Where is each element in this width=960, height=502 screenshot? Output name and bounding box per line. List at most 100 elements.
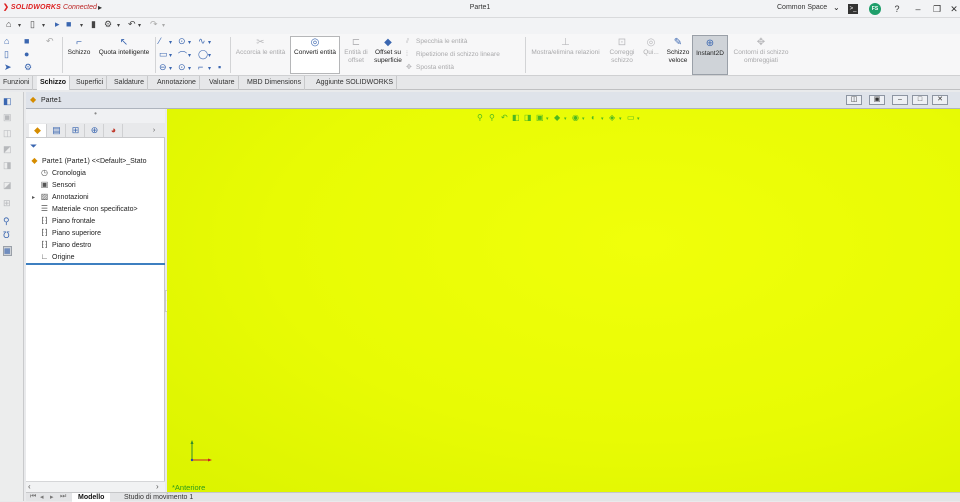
chevron-down-icon[interactable]: ▾ <box>208 65 211 72</box>
chevron-down-icon[interactable]: ▾ <box>188 52 191 59</box>
offset-on-surface-button[interactable]: ◆ Offset su superficie <box>372 37 404 65</box>
redo-icon[interactable]: ↷ <box>150 19 158 30</box>
last-tab-icon[interactable]: ⏭ <box>60 493 66 501</box>
tree-item-material[interactable]: ☰ Materiale <non specificato> <box>39 203 138 215</box>
tab-superfici[interactable]: Superfici <box>73 76 108 90</box>
shaded-contours-button[interactable]: ✥ Contorni di schizzo ombreggiati <box>730 37 792 65</box>
tree-item-top-plane[interactable]: ⁅⁆ Piano superiore <box>39 227 101 239</box>
prev-tab-icon[interactable]: ◂ <box>40 493 44 501</box>
section-view-icon[interactable]: ◧ <box>512 113 520 122</box>
maximize-document-button[interactable]: □ <box>912 95 928 105</box>
print-icon[interactable]: ▮ <box>91 19 96 30</box>
fillet-icon[interactable]: ⌐ <box>198 62 203 72</box>
next-tab-icon[interactable]: ▸ <box>50 493 54 501</box>
chevron-down-icon[interactable]: ▾ <box>169 52 172 59</box>
tool-icon[interactable]: ◪ <box>3 180 12 191</box>
dynamic-annotation-icon[interactable]: ◨ <box>524 113 532 122</box>
zoom-to-fit-icon[interactable]: ⚲ <box>477 113 483 122</box>
select-icon[interactable]: ➤ <box>4 62 12 73</box>
display-relations-button[interactable]: ⊥ Mostra/elimina relazioni <box>528 37 603 57</box>
mirror-entities-button[interactable]: ⫽ Specchia le entità <box>406 38 521 46</box>
sketch-button[interactable]: ⌐ Schizzo <box>66 37 92 57</box>
smart-dimension-button[interactable]: ↖ Quota intelligente <box>95 37 153 57</box>
view-orientation-icon[interactable]: ▣ <box>536 113 544 122</box>
feature-tree-tab-icon[interactable]: ◆ <box>29 124 47 137</box>
chevron-down-icon[interactable]: ▾ <box>162 22 165 29</box>
minimize-document-button[interactable]: – <box>892 95 908 105</box>
solidworks-logo[interactable]: ❯ SOLIDWORKS Connected <box>3 3 97 11</box>
tab-valutare[interactable]: Valutare <box>206 76 239 90</box>
menu-expand-arrow[interactable]: ▸ <box>98 3 102 12</box>
move-entities-button[interactable]: ✥ Sposta entità <box>406 64 521 72</box>
grid-tool-icon[interactable]: ▦ <box>3 246 12 256</box>
chevron-down-icon[interactable]: ▾ <box>208 52 211 59</box>
save-icon[interactable]: ■ <box>24 36 29 46</box>
chevron-down-icon[interactable]: ▾ <box>564 116 567 122</box>
edit-appearance-icon[interactable]: ◐ <box>591 113 596 122</box>
configuration-tab-icon[interactable]: ⊞ <box>67 124 85 137</box>
undo-icon[interactable]: ↶ <box>128 19 136 30</box>
chevron-down-icon[interactable]: ▾ <box>582 116 585 122</box>
spline-icon[interactable]: ∿ <box>198 36 206 47</box>
chevron-down-icon[interactable]: ▾ <box>80 22 83 29</box>
chevron-down-icon[interactable]: ⌄ <box>833 3 840 12</box>
linear-pattern-button[interactable]: ⁞ Ripetizione di schizzo lineare <box>406 51 521 59</box>
workspace-label[interactable]: Common Space <box>777 4 827 11</box>
offset-entities-button[interactable]: ⊏ Entità di offset <box>342 37 370 65</box>
chevron-down-icon[interactable]: ▾ <box>117 22 120 29</box>
relation-tool-icon[interactable]: ⚲ <box>3 216 10 227</box>
horizontal-scrollbar[interactable]: ‹ › <box>26 481 165 492</box>
tool-icon[interactable]: ◫ <box>3 128 12 139</box>
tool-icon[interactable]: ▣ <box>3 112 12 123</box>
arc-icon[interactable]: ⌒ <box>178 49 187 62</box>
chevron-down-icon[interactable]: ▾ <box>188 65 191 72</box>
filter-icon[interactable]: ⏷ <box>30 141 37 152</box>
repair-sketch-button[interactable]: ⊡ Correggi schizzo <box>606 37 638 65</box>
scroll-left-icon[interactable]: ‹ <box>28 482 31 491</box>
polygon-icon[interactable]: ⊙ <box>178 62 186 73</box>
split-view-button[interactable]: ◫ <box>846 95 862 105</box>
tree-item-front-plane[interactable]: ⁅⁆ Piano frontale <box>39 215 95 227</box>
chevron-down-icon[interactable]: ▾ <box>619 116 622 122</box>
tree-root[interactable]: ◆ Parte1 (Parte1) <<Default>_Stato <box>29 155 146 167</box>
mouse-icon[interactable]: ● <box>24 49 29 59</box>
ellipse-icon[interactable]: ◯ <box>198 49 208 60</box>
slot-icon[interactable]: ⊖ <box>159 62 167 73</box>
tree-item-origin[interactable]: ∟ Origine <box>39 251 75 263</box>
display-manager-tab-icon[interactable]: ◕ <box>105 124 123 137</box>
save-icon[interactable]: ■ <box>66 19 71 29</box>
display-style-icon[interactable]: ◆ <box>554 113 560 122</box>
hide-show-items-icon[interactable]: ◉ <box>572 113 579 122</box>
chevron-down-icon[interactable]: ▾ <box>42 22 45 29</box>
apply-scene-icon[interactable]: ◈ <box>609 113 615 122</box>
circle-icon[interactable]: ⊙ <box>178 36 186 47</box>
line-icon[interactable]: ⁄ <box>159 36 161 46</box>
tab-aggiunte-solidworks[interactable]: Aggiunte SOLIDWORKS <box>313 76 398 90</box>
panel-grip[interactable]: • <box>26 109 165 123</box>
minimize-icon[interactable]: – <box>911 2 925 16</box>
rapid-sketch-button[interactable]: ✎ Schizzo veloce <box>664 37 692 65</box>
tab-saldature[interactable]: Saldature <box>111 76 148 90</box>
chevron-down-icon[interactable]: ▾ <box>188 39 191 46</box>
home-icon[interactable]: ⌂ <box>6 19 11 29</box>
help-icon[interactable]: ? <box>890 2 904 16</box>
chevron-down-icon[interactable]: ▾ <box>169 65 172 72</box>
tab-annotazione[interactable]: Annotazione <box>154 76 200 90</box>
home-icon[interactable]: ⌂ <box>4 36 9 46</box>
close-document-button[interactable]: ✕ <box>932 95 948 105</box>
convert-entities-button[interactable]: ◎ Converti entità <box>290 36 340 74</box>
trim-entities-button[interactable]: ✂ Accorcia le entità <box>233 37 288 57</box>
tree-item-right-plane[interactable]: ⁅⁆ Piano destro <box>39 239 91 251</box>
tile-view-button[interactable]: ▣ <box>869 95 885 105</box>
tree-item-annotations[interactable]: ▸ ▨ Annotazioni <box>30 191 89 203</box>
open-icon[interactable]: ▸ <box>55 19 60 30</box>
tool-icon[interactable]: ⊞ <box>3 198 11 209</box>
terminal-icon[interactable]: >_ <box>848 4 858 14</box>
chevron-down-icon[interactable]: ▾ <box>637 116 640 122</box>
zoom-area-icon[interactable]: ⚲ <box>489 113 495 122</box>
undo-icon[interactable]: ↶ <box>46 36 54 47</box>
gear-icon[interactable]: ⚙ <box>24 62 32 73</box>
chevron-down-icon[interactable]: ▾ <box>18 22 21 29</box>
first-tab-icon[interactable]: ⏮ <box>30 493 36 501</box>
tree-item-history[interactable]: ◷ Cronologia <box>39 167 86 179</box>
